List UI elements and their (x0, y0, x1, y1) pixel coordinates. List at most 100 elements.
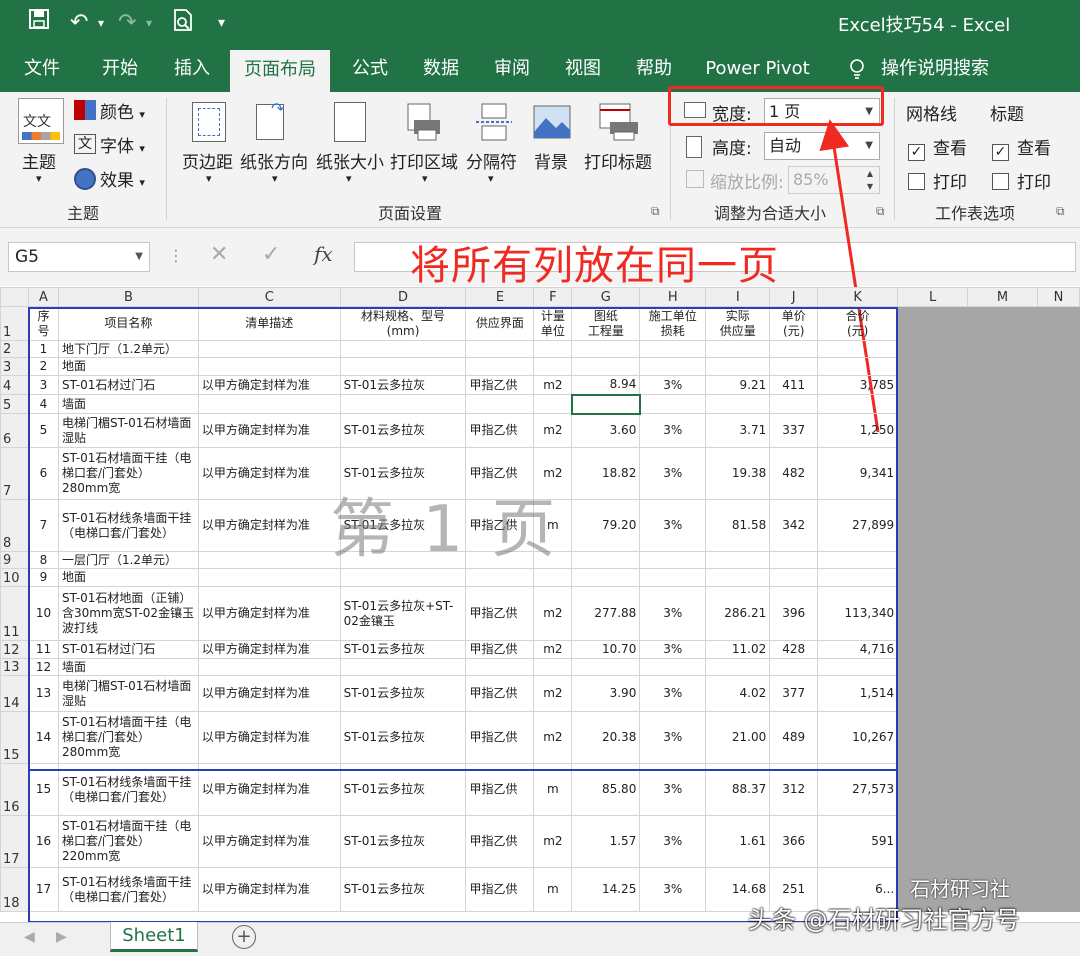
table-cell[interactable]: m2 (533, 586, 573, 641)
redo-icon[interactable]: ↷ (118, 8, 136, 38)
table-cell[interactable]: 甲指乙供 (465, 640, 535, 659)
table-cell[interactable]: 甲指乙供 (465, 763, 535, 816)
scale-launcher-icon[interactable]: ⧉ (876, 204, 885, 219)
table-cell[interactable]: 7 (27, 499, 59, 552)
header-cell[interactable]: 图纸 工程量 (571, 306, 641, 341)
header-cell[interactable]: 计量 单位 (533, 306, 573, 341)
table-cell[interactable]: 4.02 (705, 675, 771, 712)
row-header[interactable]: 12 (0, 640, 29, 659)
table-cell[interactable]: 甲指乙供 (465, 815, 535, 868)
header-cell[interactable]: 项目名称 (57, 306, 199, 341)
column-header-m[interactable]: M (967, 287, 1038, 307)
table-cell[interactable]: 21.00 (705, 711, 771, 764)
redo-dropdown-icon[interactable]: ▾ (146, 8, 152, 38)
header-cell[interactable]: 供应界面 (465, 306, 535, 341)
table-cell[interactable]: 以甲方确定封样为准 (197, 586, 341, 641)
table-cell[interactable]: 14 (27, 711, 59, 764)
row-header[interactable]: 18 (0, 867, 29, 912)
table-cell[interactable]: m2 (533, 640, 573, 659)
table-cell[interactable]: 342 (769, 499, 819, 552)
table-cell[interactable]: m2 (533, 815, 573, 868)
table-cell[interactable] (817, 357, 899, 376)
table-cell[interactable]: 20.38 (571, 711, 641, 764)
tab-home[interactable]: 开始 (92, 46, 148, 92)
table-cell[interactable]: 312 (769, 763, 819, 816)
table-cell[interactable]: 3% (639, 867, 707, 912)
table-cell[interactable]: 411 (769, 375, 819, 395)
table-cell[interactable]: 以甲方确定封样为准 (197, 375, 341, 395)
table-cell[interactable]: 3% (639, 675, 707, 712)
row-header[interactable]: 15 (0, 711, 29, 764)
table-cell[interactable]: 电梯门楣ST-01石材墙面湿贴 (57, 413, 199, 448)
table-cell[interactable] (197, 568, 341, 587)
table-cell[interactable]: 4,716 (817, 640, 899, 659)
table-cell[interactable] (817, 394, 899, 414)
table-cell[interactable] (705, 568, 771, 587)
table-cell[interactable]: 10 (27, 586, 59, 641)
table-cell[interactable]: 11.02 (705, 640, 771, 659)
table-cell[interactable]: 以甲方确定封样为准 (197, 815, 341, 868)
row-header[interactable]: 7 (0, 447, 29, 500)
table-cell[interactable]: ST-01石材线条墙面干挂（电梯口套/门套处） (57, 499, 199, 552)
effects-button[interactable]: 效果 ▾ (100, 166, 145, 191)
table-cell[interactable] (339, 394, 467, 414)
table-cell[interactable]: 27,573 (817, 763, 899, 816)
row-header[interactable]: 2 (0, 340, 29, 358)
table-cell[interactable] (705, 551, 771, 569)
table-cell[interactable]: 3.60 (571, 413, 641, 448)
table-cell[interactable] (639, 340, 707, 358)
print-area-button[interactable]: 打印区域 (390, 148, 458, 173)
table-cell[interactable]: 甲指乙供 (465, 375, 535, 395)
table-cell[interactable]: 6 (27, 447, 59, 500)
table-cell[interactable] (705, 357, 771, 376)
enter-icon[interactable]: ✓ (262, 242, 280, 267)
column-header-a[interactable]: A (27, 287, 59, 307)
table-cell[interactable] (705, 394, 771, 414)
table-cell[interactable] (705, 658, 771, 676)
margins-dropdown-icon[interactable]: ▾ (206, 172, 212, 185)
column-header-n[interactable]: N (1036, 287, 1080, 307)
worksheet-grid[interactable]: A B C D E F G H I J K L M N 1 序号 项目名称 清单描述 材料规格、型号 (mm) 供应界… (0, 287, 1080, 912)
orientation-button[interactable]: 纸张方向 (240, 148, 308, 173)
table-cell[interactable]: 3% (639, 499, 707, 552)
table-cell[interactable]: 9 (27, 568, 59, 587)
table-cell[interactable]: ST-01石材墙面干挂（电梯口套/门套处）280mm宽 (57, 711, 199, 764)
name-box[interactable]: G5 ▼ (8, 242, 150, 272)
table-cell[interactable]: 9,341 (817, 447, 899, 500)
row-header[interactable]: 9 (0, 551, 29, 569)
table-cell[interactable] (197, 340, 341, 358)
table-cell[interactable]: m (533, 867, 573, 912)
tab-insert[interactable]: 插入 (164, 46, 220, 92)
table-cell[interactable]: 甲指乙供 (465, 413, 535, 448)
header-cell[interactable]: 材料规格、型号 (mm) (339, 306, 467, 341)
table-cell[interactable] (817, 551, 899, 569)
table-cell[interactable]: 以甲方确定封样为准 (197, 640, 341, 659)
margins-button[interactable]: 页边距 (182, 148, 233, 173)
table-cell[interactable] (769, 658, 819, 676)
table-cell[interactable]: 13 (27, 675, 59, 712)
gridlines-print-checkbox[interactable]: 打印 (908, 168, 967, 193)
table-cell[interactable] (197, 394, 341, 414)
table-cell[interactable]: 79.20 (571, 499, 641, 552)
table-cell[interactable] (769, 394, 819, 414)
table-cell[interactable]: ST-01石材线条墙面干挂（电梯口套/门套处） (57, 763, 199, 816)
background-button[interactable]: 背景 (534, 148, 568, 173)
column-header-b[interactable]: B (57, 287, 199, 307)
table-cell[interactable] (465, 340, 535, 358)
tab-data[interactable]: 数据 (413, 46, 469, 92)
page-setup-launcher-icon[interactable]: ⧉ (651, 204, 660, 219)
table-cell[interactable]: 377 (769, 675, 819, 712)
table-cell[interactable]: 3% (639, 640, 707, 659)
table-cell[interactable] (769, 357, 819, 376)
scale-spinner[interactable]: 85% ▲ ▼ (788, 166, 880, 194)
headings-print-checkbox[interactable]: 打印 (992, 168, 1051, 193)
themes-button[interactable]: 主题 (22, 148, 56, 173)
table-cell[interactable] (817, 568, 899, 587)
table-cell[interactable]: 以甲方确定封样为准 (197, 711, 341, 764)
table-cell[interactable]: 489 (769, 711, 819, 764)
table-cell[interactable]: 以甲方确定封样为准 (197, 413, 341, 448)
breaks-button[interactable]: 分隔符 (466, 148, 517, 173)
table-cell[interactable]: 1.61 (705, 815, 771, 868)
table-cell[interactable]: 3% (639, 763, 707, 816)
table-cell[interactable]: 337 (769, 413, 819, 448)
